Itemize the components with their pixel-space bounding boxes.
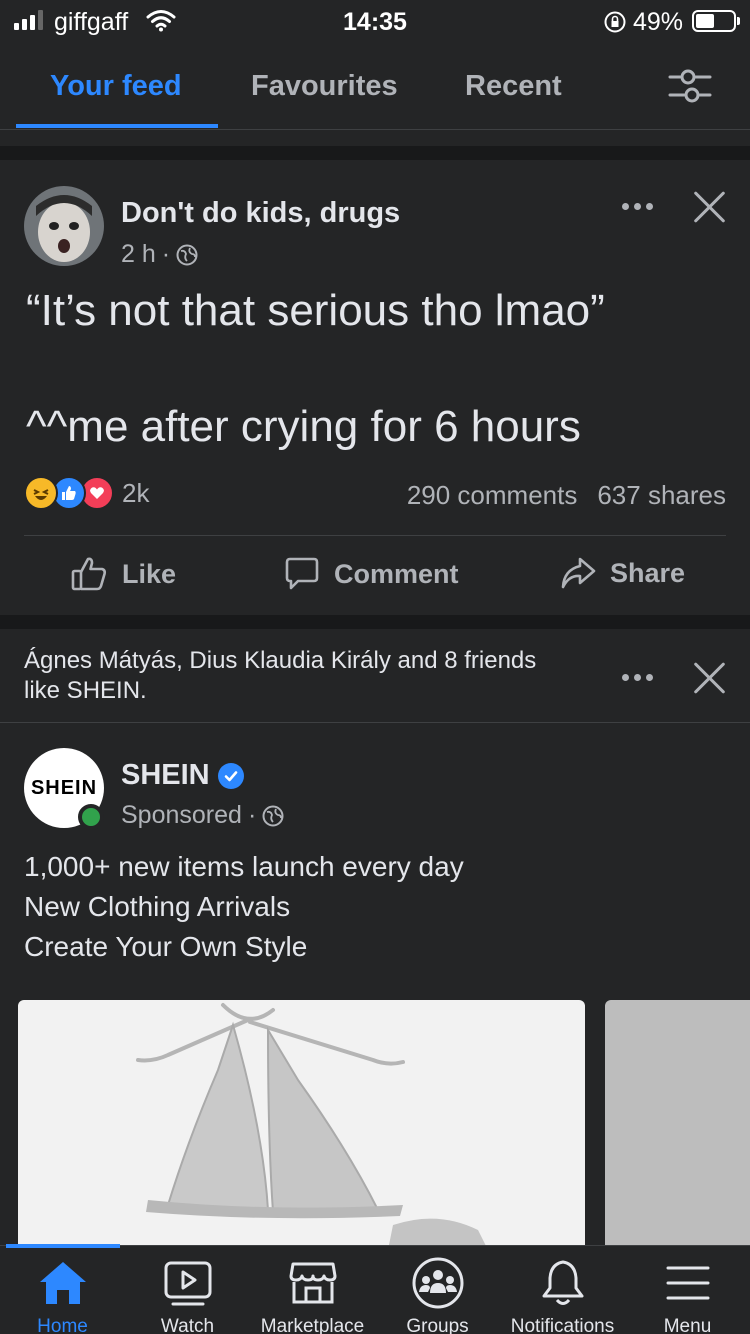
bell-icon	[542, 1260, 583, 1305]
nav-watch[interactable]: Watch	[125, 1256, 250, 1334]
battery-icon	[692, 10, 740, 32]
marketplace-icon	[289, 1262, 336, 1304]
social-context-divider	[0, 722, 750, 723]
page-name[interactable]: SHEIN	[121, 759, 210, 791]
nav-notifications[interactable]: Notifications	[500, 1256, 625, 1334]
nav-home-label: Home	[37, 1316, 88, 1334]
tab-favourites[interactable]: Favourites	[251, 70, 398, 103]
post-text-line-2: ^^me after crying for 6 hours	[26, 402, 581, 451]
author-avatar[interactable]	[24, 186, 104, 266]
menu-icon	[666, 1266, 709, 1300]
bottom-navigation: Home Watch Marketplace Groups Notificati…	[0, 1244, 750, 1334]
post-text-line-1: “It’s not that serious tho lmao”	[26, 286, 605, 335]
nav-groups-label: Groups	[406, 1316, 469, 1334]
engagement-counts: 290 comments 637 shares	[407, 480, 726, 511]
tab-your-feed[interactable]: Your feed	[50, 70, 182, 103]
verified-badge-icon	[217, 763, 244, 790]
tab-recent[interactable]: Recent	[465, 70, 562, 103]
share-label: Share	[610, 557, 686, 588]
rotation-lock-icon	[604, 11, 626, 33]
like-button[interactable]: Like	[70, 556, 176, 592]
home-icon	[39, 1262, 86, 1304]
share-button[interactable]: Share	[560, 556, 685, 590]
ad-carousel-image-next[interactable]	[605, 1000, 750, 1250]
sponsored-label[interactable]: Sponsored	[121, 801, 242, 830]
status-bar: giffgaff 14:35 49%	[0, 0, 750, 44]
sponsored-more-options-icon[interactable]	[622, 674, 653, 681]
battery-percent: 49%	[633, 8, 684, 36]
share-icon	[561, 557, 596, 589]
post-author-name[interactable]: Don't do kids, drugs	[121, 197, 400, 230]
ad-text-line: Create Your Own Style	[24, 931, 308, 962]
feed-separator	[0, 146, 750, 160]
nav-home[interactable]: Home	[0, 1256, 125, 1334]
meta-separator: ·	[161, 240, 171, 268]
share-count[interactable]: 637 shares	[597, 480, 726, 511]
nav-menu[interactable]: Menu	[625, 1256, 750, 1334]
reaction-count: 2k	[122, 477, 150, 508]
groups-icon	[412, 1257, 463, 1309]
nav-marketplace-label: Marketplace	[260, 1316, 365, 1334]
nav-notifications-label: Notifications	[510, 1316, 615, 1334]
meta-separator: ·	[247, 801, 257, 829]
page-name-row: SHEIN	[121, 759, 244, 792]
comment-icon	[285, 557, 319, 590]
hide-sponsored-close-icon[interactable]	[693, 661, 727, 695]
hide-post-close-icon[interactable]	[693, 190, 727, 224]
comment-button[interactable]: Comment	[284, 556, 459, 592]
reaction-summary[interactable]: 2k	[24, 476, 149, 510]
social-context-text: Ágnes Mátyás, Dius Klaudia Király and 8 …	[24, 647, 537, 704]
nav-marketplace[interactable]: Marketplace	[250, 1256, 375, 1334]
watch-icon	[164, 1261, 211, 1306]
post-more-options-icon[interactable]	[622, 203, 653, 210]
post-meta: 2 h ·	[121, 240, 198, 269]
comment-label: Comment	[334, 558, 459, 589]
feed-tab-bar: Your feed Favourites Recent	[0, 44, 750, 130]
filter-icon[interactable]	[668, 68, 712, 104]
feed-separator	[0, 615, 750, 629]
nav-watch-label: Watch	[160, 1316, 215, 1334]
haha-reaction-icon	[24, 476, 58, 510]
like-icon	[71, 557, 107, 591]
nav-groups[interactable]: Groups	[375, 1256, 500, 1334]
active-status-dot	[78, 804, 104, 830]
ad-carousel-image-bikini[interactable]	[18, 1000, 585, 1250]
globe-icon	[262, 805, 284, 826]
sponsored-meta: Sponsored ·	[121, 801, 284, 830]
post-time[interactable]: 2 h	[121, 240, 156, 269]
active-tab-indicator	[16, 124, 218, 128]
like-label: Like	[122, 558, 177, 589]
ad-text-line: 1,000+ new items launch every day	[24, 851, 464, 882]
ad-text-line: New Clothing Arrivals	[24, 891, 291, 922]
globe-icon	[176, 244, 198, 265]
nav-menu-label: Menu	[663, 1316, 712, 1334]
action-divider	[24, 535, 726, 536]
comment-count[interactable]: 290 comments	[407, 480, 578, 511]
active-nav-indicator	[6, 1244, 120, 1248]
